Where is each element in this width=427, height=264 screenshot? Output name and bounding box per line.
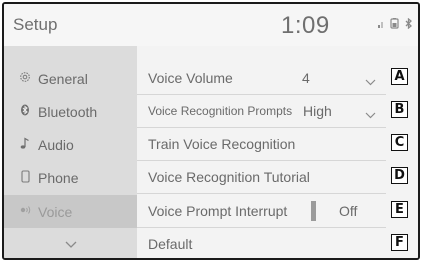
train-voice-recognition-row[interactable]: Train Voice Recognition (137, 128, 386, 161)
settings-list: Voice Volume 4 Voice Recognition Prompts… (137, 46, 418, 258)
bluetooth-icon (405, 17, 412, 32)
callout-f: F (391, 234, 408, 251)
clock: 1:09 (281, 12, 330, 39)
sidebar-item-label: Voice (38, 203, 73, 220)
page-title: Setup (13, 15, 58, 34)
header-bar: Setup 1:09 (4, 4, 418, 46)
chevron-down-icon[interactable] (365, 73, 376, 89)
voice-volume-row[interactable]: Voice Volume 4 (137, 62, 386, 95)
voice-prompt-interrupt-row[interactable]: Voice Prompt Interrupt Off (137, 195, 386, 228)
row-label: Default (148, 236, 193, 252)
gear-icon (18, 71, 32, 86)
row-label: Voice Prompt Interrupt (148, 203, 288, 219)
signal-icon (378, 20, 384, 31)
bluetooth-icon (18, 104, 32, 119)
toggle-indicator[interactable] (311, 201, 316, 221)
callout-a: A (391, 68, 408, 85)
sidebar-item-general[interactable]: General (4, 62, 137, 95)
phone-icon (18, 169, 32, 186)
voice-recognition-prompts-value: High (303, 103, 332, 119)
voice-volume-value: 4 (302, 70, 310, 86)
voice-prompt-interrupt-value[interactable]: Off (339, 203, 357, 219)
callout-b: B (391, 101, 408, 118)
status-area (378, 17, 412, 32)
voice-icon (18, 204, 32, 219)
sidebar: General Bluetooth Audio Phone Voice (4, 46, 137, 258)
row-label: Voice Recognition Prompts (148, 104, 293, 118)
sidebar-item-phone[interactable]: Phone (4, 161, 137, 194)
voice-recognition-tutorial-row[interactable]: Voice Recognition Tutorial (137, 161, 386, 194)
default-row[interactable]: Default (137, 228, 386, 258)
setup-screen: Setup 1:09 General Bluetooth Audio Phone… (2, 2, 420, 260)
music-note-icon (18, 137, 32, 152)
row-label: Train Voice Recognition (148, 136, 296, 152)
callout-e: E (391, 201, 408, 218)
battery-icon (390, 18, 399, 32)
chevron-down-icon (65, 235, 77, 253)
voice-recognition-prompts-row[interactable]: Voice Recognition Prompts High (137, 95, 386, 128)
sidebar-item-label: General (38, 70, 88, 87)
sidebar-item-label: Phone (38, 169, 79, 186)
callout-c: C (391, 134, 408, 151)
sidebar-item-label: Bluetooth (38, 103, 98, 120)
callout-d: D (391, 167, 408, 184)
sidebar-item-bluetooth[interactable]: Bluetooth (4, 95, 137, 128)
sidebar-item-label: Audio (38, 136, 74, 153)
row-label: Voice Recognition Tutorial (148, 169, 310, 185)
sidebar-item-voice[interactable]: Voice (4, 195, 137, 228)
sidebar-item-audio[interactable]: Audio (4, 128, 137, 161)
sidebar-more-button[interactable] (4, 229, 137, 258)
chevron-down-icon[interactable] (365, 106, 376, 122)
row-label: Voice Volume (148, 70, 233, 86)
